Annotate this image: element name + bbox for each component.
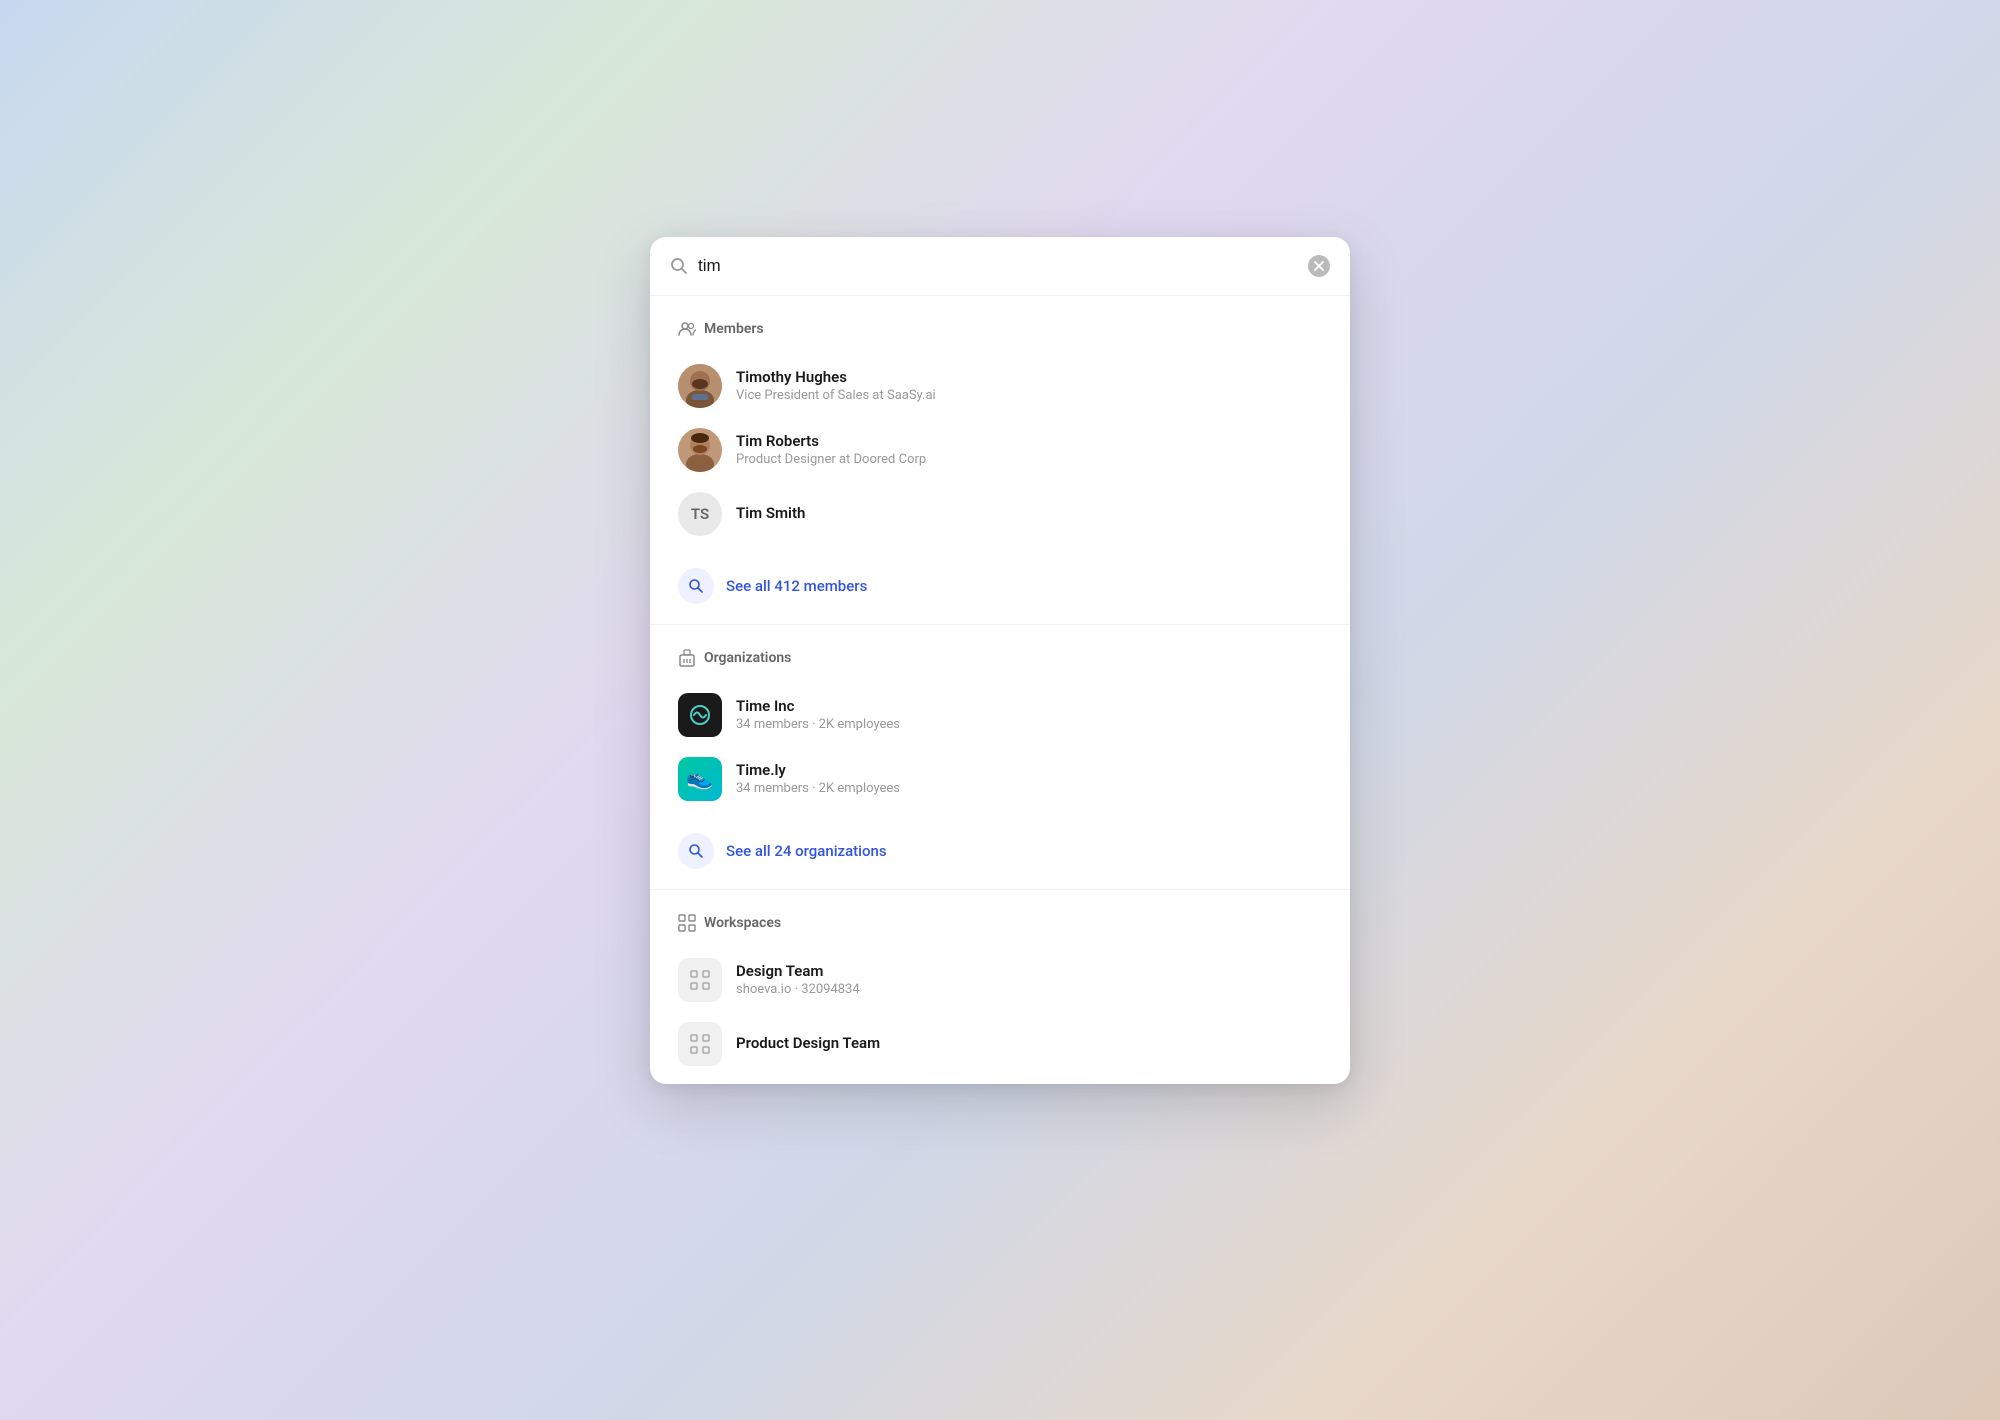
- see-all-organizations-icon: [678, 833, 714, 869]
- workspace-product-design-team[interactable]: Product Design Team: [678, 1012, 1322, 1076]
- workspaces-section-title: Workspaces: [704, 915, 781, 931]
- search-bar: tim: [650, 237, 1350, 296]
- workspaces-section: Workspaces Design Team shoeva.io · 32094…: [650, 890, 1350, 1084]
- org-sub: 34 members · 2K employees: [736, 717, 1322, 732]
- workspaces-section-header: Workspaces: [678, 914, 1322, 932]
- member-tim-smith[interactable]: TS Tim Smith: [678, 482, 1322, 546]
- member-tim-roberts[interactable]: Tim Roberts Product Designer at Doored C…: [678, 418, 1322, 482]
- org-name: Time.ly: [736, 761, 1322, 779]
- org-time-inc[interactable]: Time Inc 34 members · 2K employees: [678, 683, 1322, 747]
- org-timely-info: Time.ly 34 members · 2K employees: [736, 761, 1322, 796]
- avatar-tim-roberts: [678, 428, 722, 472]
- member-tim-roberts-info: Tim Roberts Product Designer at Doored C…: [736, 432, 1322, 467]
- workspace-name: Design Team: [736, 962, 1322, 980]
- member-name: Tim Roberts: [736, 432, 1322, 450]
- organizations-section-title: Organizations: [704, 650, 791, 666]
- workspace-logo-design-team: [678, 958, 722, 1002]
- workspace-product-design-team-info: Product Design Team: [736, 1034, 1322, 1054]
- organizations-section: Organizations Time Inc 34 members · 2K e…: [650, 625, 1350, 819]
- workspaces-section-icon: [678, 914, 696, 932]
- avatar-timothy-hughes: [678, 364, 722, 408]
- member-tim-smith-info: Tim Smith: [736, 504, 1322, 524]
- results-body: Members: [650, 296, 1350, 1084]
- see-all-members[interactable]: See all 412 members: [650, 554, 1350, 624]
- workspace-design-team[interactable]: Design Team shoeva.io · 32094834: [678, 948, 1322, 1012]
- org-logo-time-inc: [678, 693, 722, 737]
- workspace-design-team-info: Design Team shoeva.io · 32094834: [736, 962, 1322, 997]
- see-all-members-icon: [678, 568, 714, 604]
- member-name: Timothy Hughes: [736, 368, 1322, 386]
- members-section-header: Members: [678, 320, 1322, 338]
- member-name: Tim Smith: [736, 504, 1322, 522]
- organizations-section-header: Organizations: [678, 649, 1322, 667]
- search-input[interactable]: tim: [698, 256, 1298, 276]
- workspace-sub: shoeva.io · 32094834: [736, 982, 1322, 997]
- org-time-inc-info: Time Inc 34 members · 2K employees: [736, 697, 1322, 732]
- avatar-tim-smith: TS: [678, 492, 722, 536]
- see-all-organizations-label: See all 24 organizations: [726, 842, 887, 860]
- org-timely[interactable]: 👟 Time.ly 34 members · 2K employees: [678, 747, 1322, 811]
- organizations-section-icon: [678, 649, 696, 667]
- org-logo-timely: 👟: [678, 757, 722, 801]
- org-name: Time Inc: [736, 697, 1322, 715]
- see-all-organizations[interactable]: See all 24 organizations: [650, 819, 1350, 889]
- member-sub: Vice President of Sales at SaaSy.ai: [736, 388, 1322, 403]
- member-sub: Product Designer at Doored Corp: [736, 452, 1322, 467]
- search-icon: [670, 257, 688, 275]
- search-panel: tim Members: [650, 237, 1350, 1084]
- members-section: Members: [650, 296, 1350, 554]
- clear-button[interactable]: [1308, 255, 1330, 277]
- member-timothy-hughes[interactable]: Timothy Hughes Vice President of Sales a…: [678, 354, 1322, 418]
- members-section-title: Members: [704, 321, 764, 337]
- member-timothy-hughes-info: Timothy Hughes Vice President of Sales a…: [736, 368, 1322, 403]
- see-all-members-label: See all 412 members: [726, 577, 867, 595]
- org-sub: 34 members · 2K employees: [736, 781, 1322, 796]
- members-section-icon: [678, 320, 696, 338]
- workspace-name: Product Design Team: [736, 1034, 1322, 1052]
- workspace-logo-product-design-team: [678, 1022, 722, 1066]
